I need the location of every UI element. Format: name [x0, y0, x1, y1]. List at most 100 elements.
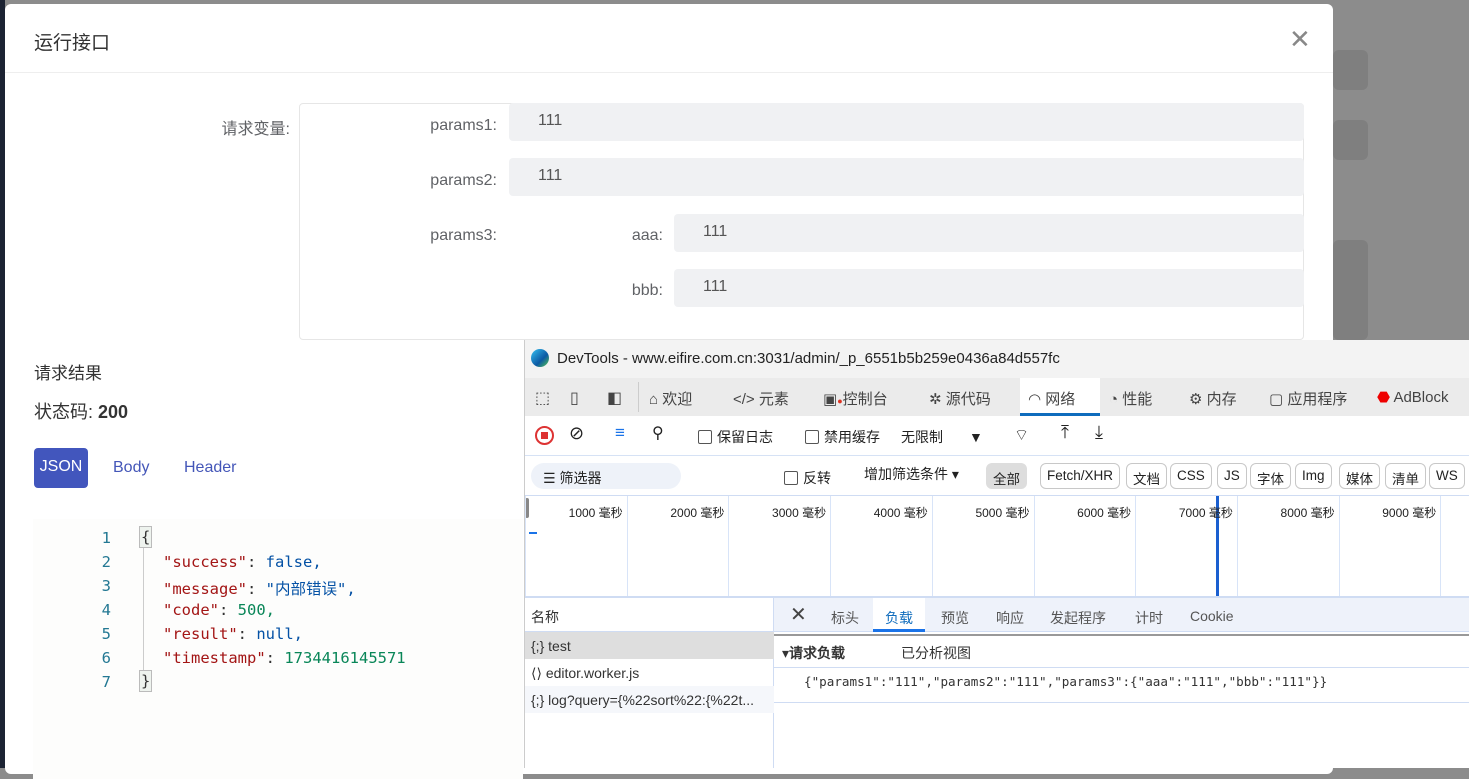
tab-memory[interactable]: ⚙ 内存: [1189, 378, 1237, 416]
detail-tab[interactable]: 标头: [819, 598, 871, 632]
filter-type-font[interactable]: 字体: [1250, 463, 1291, 489]
detail-tab[interactable]: 负载: [873, 598, 925, 632]
tab-label: 元素: [758, 391, 789, 408]
payload-section-toggle[interactable]: ▾请求负载: [782, 643, 845, 663]
tab-network[interactable]: ◠ 网络: [1020, 378, 1100, 416]
network-settings-icon[interactable]: ⌔: [1014, 425, 1029, 445]
json-key: "message": [163, 580, 247, 598]
json-entry: "success": false,: [163, 553, 322, 571]
throttle-select[interactable]: 无限制 ▼: [901, 427, 983, 447]
filter-bar: ☰ 筛选器 反转 增加筛选条件 ▾ 全部 Fetch/XHR 文档 CSS JS…: [525, 456, 1469, 496]
home-icon: ⌂: [649, 391, 663, 408]
detail-tab[interactable]: 响应: [984, 598, 1036, 632]
preserve-log-checkbox[interactable]: 保留日志: [698, 427, 773, 447]
filter-type-media[interactable]: 媒体: [1339, 463, 1380, 489]
background-block: [1333, 50, 1368, 90]
tab-console[interactable]: ▣●控制台: [823, 378, 888, 416]
modal-title: 运行接口: [34, 33, 111, 54]
tab-json[interactable]: JSON: [34, 448, 88, 488]
tab-welcome[interactable]: ⌂ 欢迎: [649, 378, 692, 416]
json-viewer: 1 {2 "success": false, 3 "message": "内部错误", 4…: [33, 519, 523, 779]
xhr-icon: {;}: [531, 638, 549, 654]
tab-elements[interactable]: </> 元素: [733, 378, 789, 416]
timeline-tick: 5000 毫秒: [931, 496, 1034, 596]
request-row[interactable]: ⟨⟩ editor.worker.js: [525, 659, 774, 686]
request-name: test: [548, 638, 571, 654]
variables-label: 请求变量:: [221, 121, 290, 138]
filter-toggle-icon[interactable]: ≡: [615, 423, 625, 443]
name-column-header[interactable]: 名称: [525, 598, 774, 632]
dock-icon[interactable]: ◧: [607, 378, 622, 416]
filter-type-fetch[interactable]: Fetch/XHR: [1040, 463, 1121, 489]
bracket: }: [139, 670, 153, 692]
tab-body[interactable]: Body: [113, 459, 149, 477]
filter-type-img[interactable]: Img: [1295, 463, 1332, 489]
tab-label: 内存: [1206, 391, 1237, 408]
divider: [774, 702, 1469, 703]
tab-sources[interactable]: ✲ 源代码: [929, 378, 991, 416]
bbb-input[interactable]: 111: [674, 269, 1304, 307]
record-icon[interactable]: [535, 426, 554, 445]
network-timeline[interactable]: 1000 毫秒 2000 毫秒 3000 毫秒 4000 毫秒 5000 毫秒 6000 …: [525, 496, 1469, 598]
more-filters-dropdown[interactable]: 增加筛选条件 ▾: [864, 464, 959, 484]
filter-type-js[interactable]: JS: [1217, 463, 1247, 489]
close-icon[interactable]: ✕: [1289, 24, 1311, 55]
dropdown-icon: ▼: [969, 429, 983, 445]
filter-input[interactable]: ☰ 筛选器: [531, 463, 681, 489]
tab-header[interactable]: Header: [184, 459, 236, 477]
field-label: bbb:: [631, 282, 663, 299]
line-number: 4: [101, 601, 111, 619]
json-entry: "code": 500,: [163, 601, 275, 619]
bug-icon: ✲: [929, 391, 946, 408]
device-icon[interactable]: ▯: [570, 378, 579, 416]
wifi-icon: ◠: [1028, 391, 1046, 408]
json-value: 1734416145571: [284, 649, 406, 667]
tab-application[interactable]: ▢ 应用程序: [1269, 378, 1347, 416]
tab-label: 源代码: [945, 391, 991, 408]
filter-type-css[interactable]: CSS: [1170, 463, 1212, 489]
search-icon[interactable]: ⚲: [652, 423, 664, 443]
json-value: 500,: [237, 601, 275, 619]
payload-header: ▾请求负载 已分析视图: [774, 634, 1469, 668]
request-row[interactable]: {;} log?query={%22sort%22:{%22t...: [525, 686, 774, 713]
export-icon[interactable]: ⤓: [1095, 422, 1103, 443]
timeline-tick: 1000 毫秒: [525, 496, 627, 596]
filter-type-manifest[interactable]: 清单: [1385, 463, 1426, 489]
filter-type-all[interactable]: 全部: [986, 463, 1027, 489]
detail-tab[interactable]: Cookie: [1178, 598, 1246, 632]
console-icon: ▣●: [823, 391, 843, 408]
json-entry: "timestamp": 1734416145571: [163, 649, 406, 667]
tab-label: 欢迎: [662, 391, 693, 408]
throttle-value: 无限制: [901, 429, 943, 445]
edge-logo-icon: [531, 349, 549, 367]
detail-tab[interactable]: 发起程序: [1038, 598, 1118, 632]
devtools-titlebar: DevTools - www.eifire.com.cn:3031/admin/…: [525, 340, 1469, 378]
field-label: params3:: [430, 227, 497, 244]
divider: [638, 382, 639, 412]
checkbox-label: 反转: [803, 470, 831, 486]
import-icon[interactable]: ⤒: [1061, 422, 1069, 443]
aaa-input[interactable]: 111: [674, 214, 1304, 252]
indent-guide: [143, 527, 144, 691]
xhr-icon: {;}: [531, 692, 549, 708]
close-detail-icon[interactable]: ✕: [790, 602, 807, 627]
json-value: null,: [256, 625, 303, 643]
clear-icon[interactable]: ⊘: [569, 423, 584, 444]
parsed-view-toggle[interactable]: 已分析视图: [901, 643, 971, 663]
inspect-icon[interactable]: ⬚: [535, 378, 550, 416]
disable-cache-checkbox[interactable]: 禁用缓存: [805, 427, 880, 447]
detail-tab[interactable]: 计时: [1123, 598, 1175, 632]
request-row[interactable]: {;} test: [525, 632, 774, 659]
params1-input[interactable]: 111: [509, 103, 1304, 141]
params2-input[interactable]: 111: [509, 158, 1304, 196]
devtools-window: DevTools - www.eifire.com.cn:3031/admin/…: [524, 340, 1469, 768]
request-name: log?query={%22sort%22:{%22t...: [548, 692, 755, 708]
tab-performance[interactable]: ◔ 性能: [1109, 378, 1152, 416]
tab-label: 应用程序: [1287, 391, 1348, 408]
status-label: 状态码:: [34, 402, 94, 422]
invert-checkbox[interactable]: 反转: [784, 468, 831, 488]
tab-adblock[interactable]: ⬣ AdBlock: [1377, 378, 1448, 416]
detail-tab[interactable]: 预览: [929, 598, 981, 632]
filter-type-doc[interactable]: 文档: [1126, 463, 1167, 489]
filter-type-ws[interactable]: WS: [1429, 463, 1465, 489]
